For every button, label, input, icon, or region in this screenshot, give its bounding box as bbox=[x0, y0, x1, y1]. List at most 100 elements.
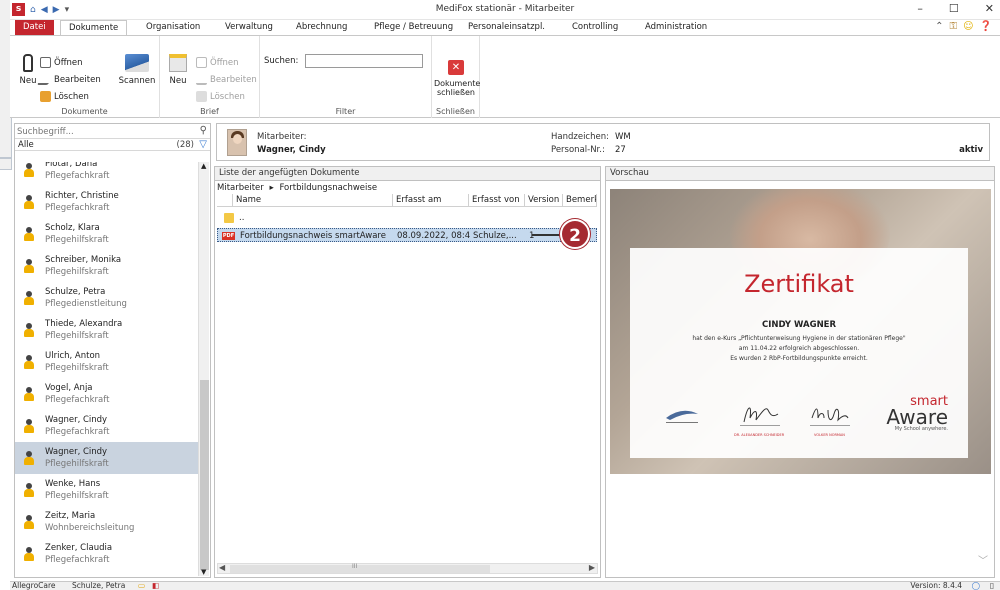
dokument-loeschen-button[interactable]: Löschen bbox=[40, 91, 89, 102]
edit-icon bbox=[36, 74, 55, 85]
sync-icon[interactable]: ◯ bbox=[972, 581, 980, 590]
employee-name: Scholz, Klara bbox=[45, 223, 100, 233]
suchen-input[interactable] bbox=[305, 54, 423, 68]
parent-folder-row[interactable]: .. bbox=[217, 211, 597, 225]
scroll-right-icon[interactable]: ▶ bbox=[589, 563, 595, 572]
status-badge: aktiv bbox=[959, 145, 983, 155]
certificate-text-line: hat den e-Kurs „Pflichtunterweisung Hygi… bbox=[692, 335, 906, 342]
employee-search-input[interactable] bbox=[17, 126, 207, 138]
folder-icon[interactable]: ▭ bbox=[138, 581, 145, 590]
personalnr-label: Personal-Nr.: bbox=[551, 145, 605, 155]
collapse-ribbon-icon[interactable]: ⌃ bbox=[935, 21, 943, 32]
user-icon bbox=[24, 291, 34, 305]
tab-administration[interactable]: Administration bbox=[637, 20, 715, 35]
employee-list-item[interactable]: Scholz, Klara Pflegehilfskraft bbox=[15, 218, 198, 250]
ribbon-group-filter: Suchen: Filter bbox=[260, 36, 432, 118]
employee-list-scrollbar[interactable]: ▲ ▼ bbox=[198, 162, 209, 576]
column-header-erfasst-am[interactable]: Erfasst am bbox=[393, 194, 469, 207]
filter-icon[interactable]: ▽ bbox=[199, 139, 207, 150]
group-label-filter: Filter bbox=[335, 107, 356, 116]
tab-organisation[interactable]: Organisation bbox=[138, 20, 208, 35]
document-name: Fortbildungsnachweis smartAware bbox=[240, 231, 386, 241]
employee-list-item[interactable]: Wenke, Hans Pflegehilfskraft bbox=[15, 474, 198, 506]
scroll-down-icon[interactable]: ▼ bbox=[201, 568, 206, 576]
scrollbar-thumb[interactable]: III bbox=[230, 563, 490, 573]
help-icon[interactable]: ❓ bbox=[980, 21, 992, 32]
employee-name: Zeitz, Maria bbox=[45, 511, 96, 521]
signature-caption: VOLKER NORMAN bbox=[814, 433, 845, 437]
status-app-icon[interactable]: ◧ bbox=[152, 581, 159, 590]
employee-list-item[interactable]: Wagner, Cindy Pflegefachkraft bbox=[15, 410, 198, 442]
key-icon[interactable]: ⚿ bbox=[949, 21, 957, 32]
tab-verwaltung[interactable]: Verwaltung bbox=[217, 20, 281, 35]
employee-header: Mitarbeiter: Wagner, Cindy Handzeichen: … bbox=[216, 123, 990, 161]
brief-neu-button[interactable]: Neu bbox=[166, 54, 190, 86]
employee-list-item[interactable]: Vogel, Anja Pflegefachkraft bbox=[15, 378, 198, 410]
employee-list-item[interactable]: Zeitz, Maria Wohnbereichsleitung bbox=[15, 506, 198, 538]
tab-abrechnung[interactable]: Abrechnung bbox=[288, 20, 355, 35]
callout-badge: 2 bbox=[560, 219, 590, 249]
employee-list-item[interactable]: Piotar, Dana Pflegefachkraft bbox=[15, 162, 198, 186]
employee-list-item[interactable]: Wagner, Cindy Pflegehilfskraft bbox=[15, 442, 198, 474]
breadcrumb-root[interactable]: Mitarbeiter bbox=[217, 183, 264, 193]
close-button[interactable]: ✕ bbox=[985, 2, 994, 15]
user-icon bbox=[24, 515, 34, 529]
signature-icon bbox=[740, 407, 780, 426]
column-header-version[interactable]: Version bbox=[525, 194, 563, 207]
scrollbar-grip: III bbox=[352, 563, 358, 570]
scrollbar-thumb[interactable] bbox=[200, 380, 209, 570]
scroll-left-icon[interactable]: ◀ bbox=[219, 563, 225, 572]
tab-controlling[interactable]: Controlling bbox=[564, 20, 626, 35]
seal-logo-icon bbox=[666, 410, 698, 423]
employee-role: Pflegefachkraft bbox=[45, 555, 110, 565]
scroll-up-icon[interactable]: ▲ bbox=[201, 162, 206, 170]
dokument-oeffnen-button[interactable]: Öffnen bbox=[40, 57, 83, 68]
new-document-icon bbox=[23, 54, 33, 72]
dokument-neu-button[interactable]: Neu bbox=[16, 54, 40, 86]
employee-list-item[interactable]: Richter, Christine Pflegefachkraft bbox=[15, 186, 198, 218]
documents-horizontal-scrollbar[interactable]: ◀ III ▶ bbox=[217, 563, 598, 574]
chevron-down-icon[interactable]: ﹀ bbox=[978, 552, 988, 567]
search-icon[interactable]: ⚲ bbox=[200, 125, 207, 136]
ribbon-tabs: Datei Dokumente Organisation Verwaltung … bbox=[10, 20, 1000, 36]
tab-dokumente[interactable]: Dokumente bbox=[60, 20, 128, 36]
personalnr-value: 27 bbox=[615, 145, 626, 155]
pdf-icon: PDF bbox=[222, 232, 235, 240]
smiley-icon[interactable]: ☺ bbox=[963, 21, 973, 32]
close-documents-icon: ✕ bbox=[448, 60, 464, 75]
document-date: 08.09.2022, 08:47 bbox=[397, 231, 470, 241]
employee-name: Zenker, Claudia bbox=[45, 543, 113, 553]
maximize-button[interactable]: ☐ bbox=[949, 2, 959, 15]
employee-list-item[interactable]: Schreiber, Monika Pflegehilfskraft bbox=[15, 250, 198, 282]
employee-name: Richter, Christine bbox=[45, 191, 119, 201]
employee-list-item[interactable]: Thiede, Alexandra Pflegehilfskraft bbox=[15, 314, 198, 346]
ribbon: Neu Öffnen Bearbeiten Löschen Scannen Do… bbox=[10, 35, 1000, 118]
minimize-button[interactable]: – bbox=[917, 2, 923, 15]
dokumente-schliessen-button[interactable]: ✕ Dokumente schließen bbox=[434, 60, 480, 97]
breadcrumb-separator-icon: ▸ bbox=[269, 183, 274, 193]
column-header-name[interactable]: Name bbox=[233, 194, 393, 207]
tab-pflege-betreuung[interactable]: Pflege / Betreuung bbox=[366, 20, 461, 35]
column-header-erfasst-von[interactable]: Erfasst von bbox=[469, 194, 525, 207]
delete-icon bbox=[196, 91, 207, 102]
tab-datei[interactable]: Datei bbox=[15, 20, 54, 35]
certificate-preview: Zertifikat CINDY WAGNER hat den e-Kurs „… bbox=[610, 189, 991, 474]
employee-name: Piotar, Dana bbox=[45, 162, 98, 169]
window-icon[interactable]: ▯ bbox=[990, 581, 994, 590]
column-header-bemerkung[interactable]: Bemerkung bbox=[563, 194, 597, 207]
employee-role: Pflegedienstleitung bbox=[45, 299, 127, 309]
group-label-dokumente: Dokumente bbox=[61, 107, 108, 116]
status-user: Schulze, Petra bbox=[72, 581, 126, 590]
employee-role: Pflegehilfskraft bbox=[45, 235, 109, 245]
employee-list-item[interactable]: Schulze, Petra Pflegedienstleitung bbox=[15, 282, 198, 314]
employee-list-item[interactable]: Zenker, Claudia Pflegefachkraft bbox=[15, 538, 198, 570]
breadcrumb: Mitarbeiter ▸ Fortbildungsnachweise bbox=[217, 183, 377, 193]
documents-pane-title: Liste der angefügten Dokumente bbox=[215, 167, 600, 181]
tab-personaleinsatzplanung[interactable]: Personaleinsatzpl. bbox=[460, 20, 553, 35]
dokument-bearbeiten-button[interactable]: Bearbeiten bbox=[36, 74, 101, 85]
breadcrumb-folder[interactable]: Fortbildungsnachweise bbox=[279, 183, 377, 193]
employee-list-item[interactable]: Ulrich, Anton Pflegehilfskraft bbox=[15, 346, 198, 378]
employee-filter[interactable]: Alle (28) ▽ bbox=[15, 138, 210, 151]
title-bar: s ⌂ ◀ ▶ ▾ MediFox stationär - Mitarbeite… bbox=[10, 0, 1000, 20]
dokument-scannen-button[interactable]: Scannen bbox=[116, 54, 158, 86]
